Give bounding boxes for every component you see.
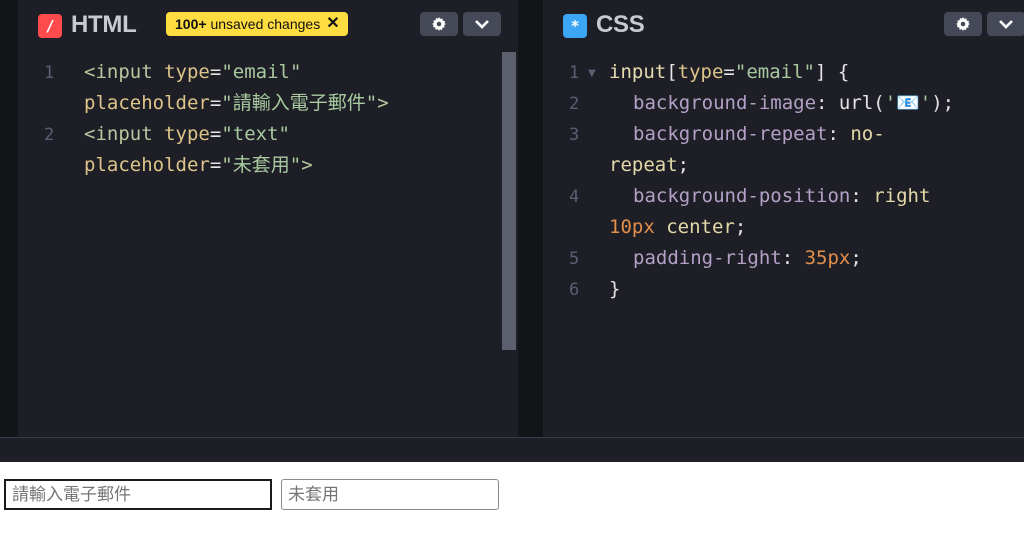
line-number: 2 [44,125,55,145]
css-pane-header: * CSS [543,0,1024,50]
gear-icon [956,17,970,31]
code-token: background-image [633,92,817,114]
unsaved-changes-badge[interactable]: 100+ unsaved changes ✕ [166,12,348,36]
html-logo-icon: / [38,14,62,38]
line-number: 2 [569,94,580,114]
code-line: padding-right: 35px; [633,243,862,274]
code-token: repeat [609,154,678,176]
code-editor-area: / HTML 100+ unsaved changes ✕ 1 2 <input … [0,0,1024,437]
email-input[interactable] [4,479,272,510]
html-pane-header: / HTML 100+ unsaved changes ✕ [18,0,518,50]
code-token: > [377,92,389,114]
code-line: <input type="email" [84,57,301,88]
chevron-down-icon [999,20,1013,29]
html-pane-title: HTML [71,11,137,38]
code-line: <input type="text" [84,119,290,150]
code-token: right [873,185,931,207]
code-token: = [723,61,735,83]
code-token: "email" [734,61,815,83]
css-settings-button[interactable] [944,12,982,36]
code-token: background-position [633,185,851,207]
code-token: ); [931,92,955,114]
line-number: 4 [569,187,580,207]
code-line: 10px center; [609,212,746,243]
unsaved-count: 100+ [175,16,207,32]
line-number: 1 [569,63,580,83]
code-token: '📧' [884,92,932,114]
code-token: = [209,154,222,176]
code-token: = [209,92,222,114]
result-preview [0,462,1024,539]
code-token: "請輸入電子郵件" [221,92,378,114]
code-token: "text" [221,123,290,145]
code-token: ] [814,61,827,83]
code-line: background-position: right [633,181,930,212]
close-icon[interactable]: ✕ [326,12,339,36]
code-token: placeholder [84,92,210,114]
line-number: 6 [569,280,580,300]
code-token: : [827,123,851,145]
code-token: center [654,216,735,238]
code-token: placeholder [84,154,210,176]
code-token: "email" [221,61,302,83]
code-token: 35px [804,247,851,269]
code-token: { [826,61,850,83]
text-input[interactable] [281,479,499,510]
code-token: type [677,61,724,83]
code-token: ; [677,154,690,176]
code-token: : [816,92,839,114]
code-token: <input [84,61,153,83]
unsaved-text: unsaved changes [210,16,321,32]
code-line: placeholder="未套用"> [84,150,313,181]
code-token: = [209,123,222,145]
panel-resize-bar[interactable] [0,437,1024,462]
code-token: 10px [609,216,655,238]
html-collapse-button[interactable] [463,12,501,36]
code-token: no- [850,123,885,145]
left-gutter [0,0,18,437]
line-number: 3 [569,125,580,145]
code-token: background-repeat [633,123,828,145]
code-token: padding-right [633,247,782,269]
code-line: } [609,274,620,305]
code-token: ; [850,247,862,269]
code-line: input[type="email"] { [609,57,849,88]
code-token: } [609,278,621,300]
code-token: [ [666,61,678,83]
code-line: background-repeat: no- [633,119,885,150]
code-token: > [301,154,313,176]
code-token: input [609,61,667,83]
code-token: ; [734,216,747,238]
gear-icon [432,17,446,31]
code-token: <input [84,123,153,145]
code-line: background-image: url('📧'); [633,88,954,119]
code-line: placeholder="請輸入電子郵件"> [84,88,389,119]
code-token: : [850,185,874,207]
css-logo-icon: * [563,14,587,38]
code-token: type [164,123,210,145]
scrollbar[interactable] [502,52,516,350]
code-line: repeat; [609,150,689,181]
css-editor-pane[interactable]: * CSS 1 ▼ 2 3 4 5 6 input[type="email"] … [543,0,1024,437]
html-settings-button[interactable] [420,12,458,36]
code-token: "未套用" [221,154,302,176]
line-number: 1 [44,63,55,83]
code-token: = [209,61,222,83]
code-token: : [781,247,805,269]
css-collapse-button[interactable] [987,12,1024,36]
html-editor-pane[interactable]: / HTML 100+ unsaved changes ✕ 1 2 <input … [18,0,518,437]
resize-divider[interactable] [518,0,543,437]
fold-arrow-icon[interactable]: ▼ [588,68,596,79]
code-token: url( [838,92,885,114]
css-pane-title: CSS [596,11,645,38]
chevron-down-icon [475,20,489,29]
code-token: type [164,61,210,83]
line-number: 5 [569,249,580,269]
